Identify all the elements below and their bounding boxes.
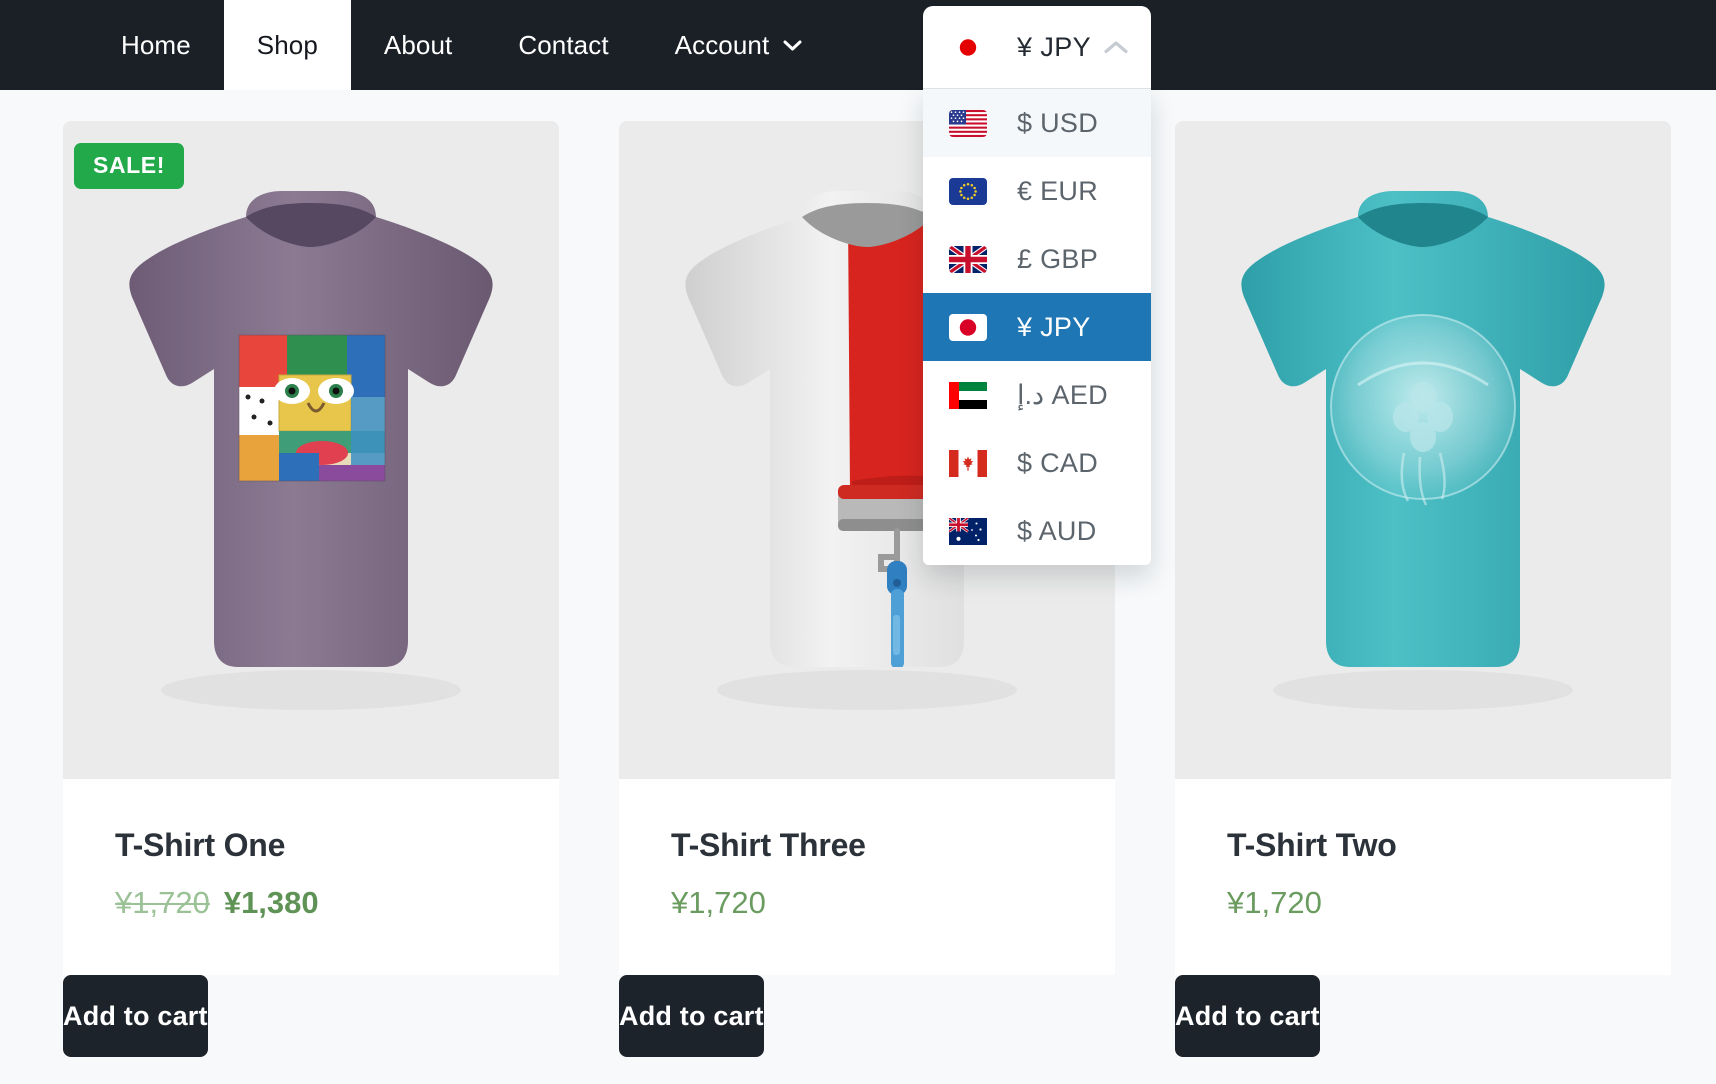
add-to-cart-button[interactable]: Add to cart [63,975,208,1057]
uae-flag-icon [949,381,987,409]
nav-item-label: Home [121,29,191,60]
japan-flag-icon [949,313,987,341]
page-title: T-Shirt One [115,827,286,863]
product-image[interactable] [1175,121,1671,779]
nav-item-about[interactable]: About [351,0,485,90]
card-footer: Add to cart [63,975,559,1057]
product-card-t-shirt-one: SALE! T-Shirt One ¥1,720 ¥1,380 Add to c… [63,121,559,1057]
currency-option-label: $ USD [1017,107,1099,138]
currency-option-label: $ CAD [1017,447,1099,478]
add-to-cart-button[interactable]: Add to cart [619,975,764,1057]
currency-select-button[interactable]: ¥ JPY [923,6,1151,88]
nav-item-label: Shop [256,29,318,60]
currency-dropdown-menu: $ USD € EUR £ GBP ¥ JPY د.إ AED $ CAD $ … [923,88,1151,565]
purple-picasso-tee-icon [63,121,559,779]
usa-flag-icon [949,109,987,137]
card-footer: Add to cart [619,975,1115,1057]
eu-flag-icon [949,177,987,205]
currency-option-aed[interactable]: د.إ AED [923,361,1151,429]
chevron-up-icon[interactable] [1103,39,1129,55]
currency-selected-label: ¥ JPY [1017,31,1092,62]
currency-option-label: £ GBP [1017,243,1099,274]
nav-item-account[interactable]: Account [642,0,831,90]
nav-item-label: Account [674,29,770,60]
page-title: T-Shirt Three [671,827,866,863]
add-to-cart-button[interactable]: Add to cart [1175,975,1320,1057]
nav-item-shop[interactable]: Shop [223,0,351,90]
currency-option-gbp[interactable]: £ GBP [923,225,1151,293]
currency-selector: ¥ JPY $ USD € EUR £ GBP ¥ JPY د.إ AED $ … [923,6,1151,565]
product-image[interactable]: SALE! [63,121,559,779]
card-footer: Add to cart [1175,975,1671,1057]
sale-price: ¥1,380 [223,885,319,920]
currency-option-jpy[interactable]: ¥ JPY [923,293,1151,361]
japan-flag-icon [949,33,987,61]
nav-item-label: About [383,29,453,60]
product-price: ¥1,720 [671,885,766,920]
currency-option-usd[interactable]: $ USD [923,89,1151,157]
currency-option-eur[interactable]: € EUR [923,157,1151,225]
status-badge: SALE! [74,143,184,189]
australia-flag-icon [949,517,987,545]
currency-option-aud[interactable]: $ AUD [923,497,1151,565]
product-card-t-shirt-two: T-Shirt Two ¥1,720 Add to cart [1175,121,1671,1057]
product-grid: SALE! T-Shirt One ¥1,720 ¥1,380 Add to c… [0,90,1716,1057]
currency-option-cad[interactable]: $ CAD [923,429,1151,497]
chevron-down-icon [783,40,802,51]
currency-option-label: د.إ AED [1017,379,1108,410]
canada-flag-icon [949,449,987,477]
teal-jellyfish-tee-icon [1175,121,1671,779]
uk-flag-icon [949,245,987,273]
shop-page: Home Shop About Contact Account ¥ JPY $ … [0,0,1716,1084]
price-row: ¥1,720 [671,885,1063,921]
nav-item-home[interactable]: Home [88,0,224,90]
price-row: ¥1,720 ¥1,380 [115,885,507,921]
product-info: T-Shirt Two ¥1,720 [1175,779,1671,975]
product-info: T-Shirt Three ¥1,720 [619,779,1115,975]
nav-item-label: Contact [518,29,609,60]
currency-option-label: $ AUD [1017,515,1097,546]
page-title: T-Shirt Two [1227,827,1397,863]
original-price: ¥1,720 [115,885,210,920]
product-info: T-Shirt One ¥1,720 ¥1,380 [63,779,559,975]
currency-option-label: € EUR [1017,175,1099,206]
product-price: ¥1,720 [1227,885,1322,920]
price-row: ¥1,720 [1227,885,1619,921]
currency-option-label: ¥ JPY [1017,311,1091,342]
nav-item-contact[interactable]: Contact [485,0,641,90]
main-navbar: Home Shop About Contact Account [0,0,1716,90]
